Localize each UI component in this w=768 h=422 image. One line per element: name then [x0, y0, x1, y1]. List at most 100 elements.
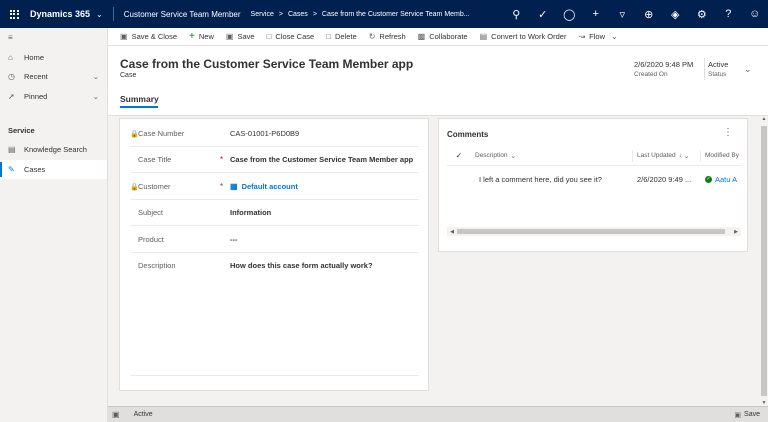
book-icon: ▤	[8, 145, 16, 155]
scrollbar-thumb[interactable]	[457, 229, 725, 234]
close-case-button[interactable]: □ Close Case	[267, 32, 315, 41]
column-header-description[interactable]: Description ⌄	[471, 149, 633, 162]
page-title: Case from the Customer Service Team Memb…	[120, 57, 414, 71]
lock-icon: 🔒	[130, 183, 139, 191]
settings-alt-icon[interactable]: ◈	[662, 0, 689, 28]
table-row[interactable]: I left a comment here, did you see it? 2…	[447, 169, 741, 189]
column-header-modified-by[interactable]: Modified By	[701, 150, 741, 162]
lock-icon: 🔒	[130, 130, 139, 138]
tab-summary[interactable]: Summary	[120, 94, 159, 104]
required-marker: *	[220, 182, 224, 191]
column-label: Description	[475, 152, 508, 159]
open-in-new-window-icon[interactable]: ▣	[112, 410, 120, 419]
assistant-icon[interactable]: ⊕	[636, 0, 663, 28]
vertical-scrollbar[interactable]: ▲ ▼	[760, 116, 768, 406]
save-close-button[interactable]: ▣ Save & Close	[120, 32, 177, 41]
field-subject[interactable]: Subject Information	[130, 200, 419, 226]
filter-icon[interactable]: ▿	[609, 0, 636, 28]
lightbulb-icon[interactable]: ◯	[556, 0, 583, 28]
column-header-last-updated[interactable]: Last Updated ↓ ⌄	[633, 149, 701, 162]
breadcrumb-cases[interactable]: Cases	[288, 11, 308, 18]
status-value: Active	[708, 60, 729, 69]
flow-icon: ↝	[578, 32, 586, 41]
scroll-up-icon[interactable]: ▲	[760, 116, 768, 122]
user-icon[interactable]: ☺	[742, 0, 768, 28]
subject-input[interactable]: Information	[230, 208, 271, 217]
product-input[interactable]: ---	[230, 235, 238, 244]
collaborate-button[interactable]: ▩ Collaborate	[418, 32, 468, 41]
sidebar-item-label: Pinned	[24, 91, 48, 101]
owner-name[interactable]: Aatu A	[715, 175, 737, 184]
record-header: Case from the Customer Service Team Memb…	[108, 46, 768, 116]
scroll-right-icon[interactable]: ▶	[731, 229, 741, 235]
sidebar-item-cases[interactable]: ✎ Cases	[0, 159, 107, 179]
sidebar-item-knowledge-search[interactable]: ▤ Knowledge Search	[0, 140, 107, 160]
sidebar-section-title: Service	[8, 125, 35, 135]
plus-icon[interactable]: +	[583, 0, 610, 28]
column-label: Modified By	[705, 152, 739, 159]
sidebar-item-home[interactable]: ⌂ Home	[0, 48, 107, 68]
owner-link[interactable]: ✓ Aatu A	[705, 175, 737, 184]
created-on-field: 2/6/2020 9:48 PM Created On	[634, 60, 693, 78]
breadcrumb-service[interactable]: Service	[251, 11, 274, 18]
customer-lookup[interactable]: ▦ Default account	[230, 182, 298, 191]
created-on-value: 2/6/2020 9:48 PM	[634, 60, 694, 69]
customer-link[interactable]: Default account	[242, 182, 298, 191]
select-all-checkbox[interactable]: ✓	[447, 151, 471, 160]
more-options-icon[interactable]: ⋮	[723, 127, 733, 138]
field-label-text: Subject	[138, 208, 164, 217]
field-description[interactable]: Description How does this case form actu…	[130, 252, 419, 278]
delete-button[interactable]: □ Delete	[326, 32, 357, 41]
comments-title: Comments	[447, 130, 489, 139]
field-label-text: Customer	[138, 182, 171, 191]
sitemap-sidebar: ≡ ⌂ Home ◷ Recent ⌄ ➚ Pinned ⌄ Service ▤…	[0, 28, 108, 422]
scrollbar-thumb[interactable]	[761, 126, 767, 396]
button-label: Refresh	[379, 32, 406, 41]
search-icon[interactable]: ⚲	[503, 0, 530, 28]
brand-name[interactable]: Dynamics 365	[30, 9, 90, 19]
field-customer[interactable]: 🔒 Customer * ▦ Default account	[130, 174, 419, 200]
hamburger-menu[interactable]: ≡	[0, 28, 107, 48]
case-title-input[interactable]: Case from the Customer Service Team Memb…	[230, 155, 413, 164]
flow-button[interactable]: ↝ Flow ⌄	[578, 32, 621, 41]
field-label-text: Case Title	[138, 155, 172, 164]
divider	[704, 58, 705, 80]
save-button[interactable]: ▣ Save	[226, 32, 255, 41]
breadcrumb: Service > Cases > Case from the Customer…	[251, 11, 475, 18]
new-button[interactable]: + New	[189, 31, 214, 42]
field-label-text: Case Number	[138, 129, 185, 138]
gear-icon[interactable]: ⚙	[689, 0, 716, 28]
expand-header-chevron-icon[interactable]: ⌄	[744, 64, 752, 75]
close-case-icon: □	[266, 32, 272, 41]
sidebar-item-pinned[interactable]: ➚ Pinned ⌄	[0, 87, 107, 107]
footer-save-button[interactable]: ▣ Save	[734, 411, 760, 419]
chevron-down-icon[interactable]: ⌄	[93, 72, 99, 81]
task-icon[interactable]: ✓	[530, 0, 557, 28]
sidebar-item-recent[interactable]: ◷ Recent ⌄	[0, 67, 107, 87]
field-label: Case Title	[130, 155, 220, 164]
app-launcher-icon[interactable]	[0, 0, 28, 28]
status-field: Active Status	[708, 60, 728, 78]
field-case-title[interactable]: Case Title * Case from the Customer Serv…	[130, 147, 419, 173]
refresh-button[interactable]: ↻ Refresh	[369, 32, 406, 41]
horizontal-scrollbar[interactable]: ◀ ▶	[447, 227, 741, 236]
description-textarea[interactable]: How does this case form actually work?	[230, 261, 373, 270]
divider	[130, 375, 419, 376]
scroll-left-icon[interactable]: ◀	[447, 229, 457, 235]
field-label: Product	[130, 235, 220, 244]
help-icon[interactable]: ?	[715, 0, 742, 28]
button-label: Save	[237, 32, 255, 41]
button-label: Save & Close	[131, 32, 178, 41]
chevron-down-icon: ⌄	[510, 152, 516, 160]
field-label: Subject	[130, 208, 220, 217]
required-marker: *	[220, 155, 224, 164]
chevron-down-icon[interactable]: ⌄	[96, 10, 103, 19]
delete-icon: □	[326, 32, 332, 41]
app-name[interactable]: Customer Service Team Member	[124, 10, 241, 19]
field-product[interactable]: Product ---	[130, 227, 419, 253]
convert-to-work-order-button[interactable]: ▤ Convert to Work Order	[480, 32, 567, 41]
cell-modified-by[interactable]: ✓ Aatu A	[701, 173, 741, 185]
hamburger-icon[interactable]: ≡	[8, 33, 22, 42]
entity-name: Case	[120, 72, 137, 79]
chevron-down-icon[interactable]: ⌄	[93, 92, 99, 101]
